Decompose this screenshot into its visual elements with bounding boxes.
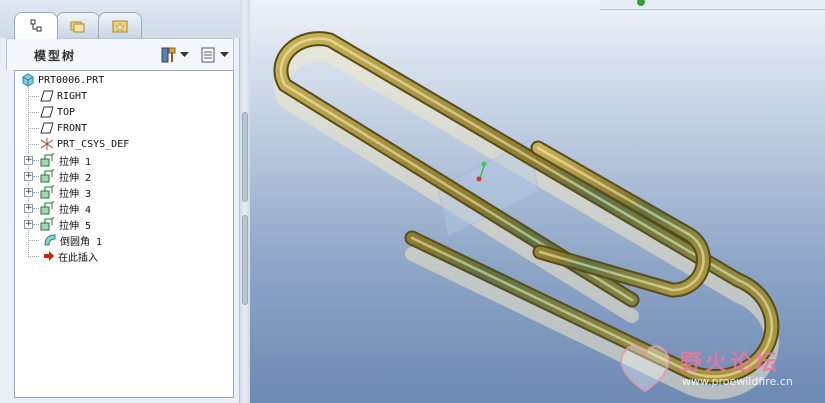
model-tree-tab[interactable]: [14, 12, 58, 39]
tree-item-csys[interactable]: PRT_CSYS_DEF: [15, 136, 233, 152]
tree-item-label: FRONT: [57, 122, 88, 134]
tree-item-front[interactable]: FRONT: [15, 120, 233, 136]
tree-item-label: 在此插入: [58, 252, 98, 264]
tree-columns-icon: [201, 47, 215, 63]
extrude-icon: [40, 217, 55, 231]
extrude-icon: [40, 201, 55, 215]
watermark-text: 野火论坛: [680, 351, 781, 376]
tree-item-label: 拉伸 4: [59, 204, 92, 216]
tree-item-extrude-1[interactable]: 拉伸 1: [15, 152, 233, 168]
tree-item-insert-here[interactable]: 在此插入: [15, 248, 233, 264]
datum-plane-icon: [40, 106, 54, 118]
splitter-grip-bottom[interactable]: [242, 215, 248, 305]
tree-item-part[interactable]: PRT0006.PRT: [15, 72, 233, 88]
folder-browser-icon: [70, 21, 85, 32]
panel-title: 模型树: [34, 49, 77, 63]
csys-icon: [40, 138, 54, 150]
extrude-icon: [40, 153, 55, 167]
tree-item-label: 拉伸 1: [59, 156, 92, 168]
tree-item-extrude-2[interactable]: 拉伸 2: [15, 168, 233, 184]
status-strip: [600, 0, 825, 10]
tree-item-label: PRT_CSYS_DEF: [57, 138, 130, 150]
panel-header: 模型树: [6, 38, 234, 70]
tree-item-extrude-3[interactable]: 拉伸 3: [15, 184, 233, 200]
tree-item-round-1[interactable]: 倒圆角 1: [15, 232, 233, 248]
watermark-url: www.proewildfire.cn: [682, 375, 793, 388]
extrude-icon: [40, 169, 55, 183]
tree-item-label: PRT0006.PRT: [38, 74, 105, 86]
tree-item-label: RIGHT: [57, 90, 88, 102]
model-tree-icon: [30, 19, 42, 32]
datum-plane-icon: [40, 90, 54, 102]
tree-settings-icon: [161, 47, 176, 63]
chevron-down-icon: [180, 52, 189, 57]
paper-clip-model: [273, 31, 780, 400]
chevron-down-icon: [220, 52, 229, 57]
tree-item-label: 倒圆角 1: [60, 236, 103, 248]
tree-item-label: 拉伸 5: [59, 220, 92, 232]
part-icon: [22, 73, 34, 87]
tree-item-right[interactable]: RIGHT: [15, 88, 233, 104]
tree-item-top[interactable]: TOP: [15, 104, 233, 120]
folder-browser-tab[interactable]: [56, 12, 100, 38]
round-icon: [44, 234, 56, 246]
tree-item-label: TOP: [57, 106, 76, 118]
extrude-icon: [40, 185, 55, 199]
tree-item-label: 拉伸 2: [59, 172, 92, 184]
tree-item-extrude-4[interactable]: 拉伸 4: [15, 200, 233, 216]
tree-settings-button[interactable]: [161, 45, 189, 65]
favorites-icon: [112, 20, 128, 32]
splitter-grip-top[interactable]: [242, 112, 248, 202]
tree-item-label: 拉伸 3: [59, 188, 92, 200]
insert-here-arrow-icon: [44, 251, 54, 261]
tree-item-extrude-5[interactable]: 拉伸 5: [15, 216, 233, 232]
status-indicator-icon: [637, 0, 645, 6]
graphics-viewport[interactable]: [250, 0, 825, 403]
favorites-tab[interactable]: [98, 12, 142, 38]
model-tree: PRT0006.PRT RIGHT TOP FRONT PRT_CSYS_DEF…: [14, 70, 234, 398]
navigator-tab-strip: [0, 0, 240, 39]
model-tree-panel: 模型树 PRT0006.PRT RIGHT TOP FRONT PRT_CSYS…: [0, 0, 240, 403]
tree-columns-button[interactable]: [201, 45, 229, 65]
datum-plane-icon: [40, 122, 54, 134]
forum-logo-icon: [620, 345, 670, 393]
